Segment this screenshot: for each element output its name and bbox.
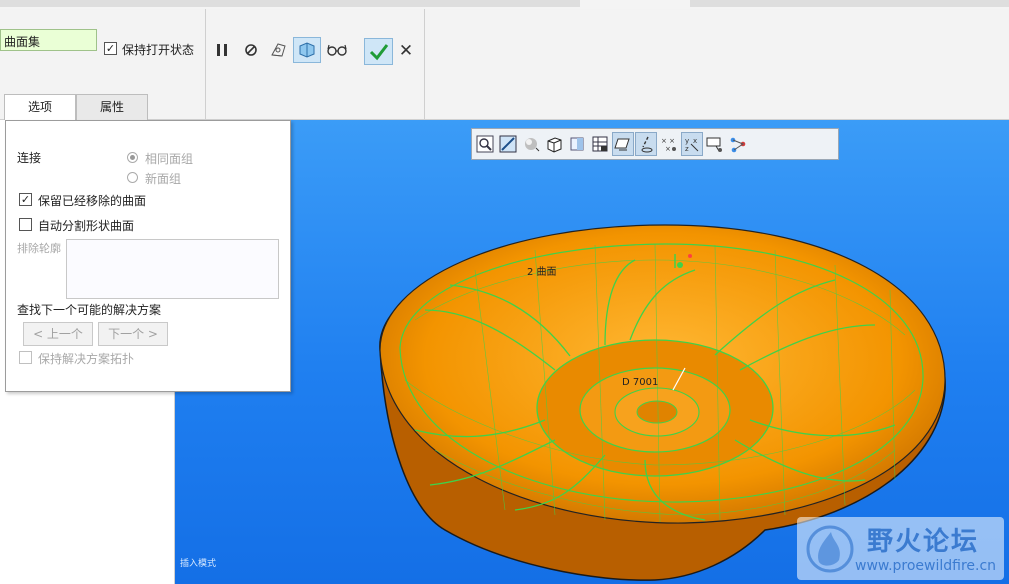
shading-button[interactable] [520, 132, 542, 156]
keep-removed-checkbox[interactable]: ✓ [19, 193, 32, 206]
datum-axis-toggle[interactable] [635, 132, 657, 156]
radio-new-quilt[interactable] [127, 172, 138, 183]
find-solution-label: 查找下一个可能的解决方案 [17, 303, 162, 317]
flame-logo-icon [806, 525, 854, 573]
view-cube-icon [547, 137, 562, 153]
ribbon-tab-strip-right [690, 0, 1009, 7]
exclude-label: 排除轮廓 [17, 242, 61, 255]
keep-open-label: 保持打开状态 [122, 43, 195, 57]
svg-text:y: y [685, 137, 689, 145]
csys-icon: yzx [685, 137, 699, 153]
watermark-url: www.proewildfire.cn [855, 558, 997, 574]
graphics-viewport[interactable]: 2 曲面 D 7001 插入模式 [175, 120, 1009, 584]
csys-toggle[interactable]: yzx [681, 132, 703, 156]
datum-axis-icon [641, 136, 653, 153]
insert-mode-text: 插入模式 [180, 559, 217, 569]
tab-options[interactable]: 选项 [4, 94, 76, 120]
prev-solution-button[interactable]: < 上一个 [23, 322, 93, 346]
dashboard-separator [205, 9, 206, 119]
datum-plane-toggle[interactable] [612, 132, 634, 156]
spin-center-toggle[interactable] [727, 132, 749, 156]
annotation-icon [706, 137, 722, 152]
auto-split-label: 自动分割形状曲面 [38, 219, 135, 233]
saved-views-icon [570, 137, 584, 151]
datum-point-icon: × ×× [661, 137, 676, 153]
fan-model [379, 224, 946, 581]
pause-icon [217, 44, 227, 56]
auto-split-checkbox[interactable] [19, 218, 32, 231]
next-solution-button[interactable]: 下一个 > [98, 322, 168, 346]
annotation-toggle[interactable] [704, 132, 726, 156]
keep-topology-checkbox[interactable] [19, 351, 32, 364]
svg-text:z: z [685, 145, 689, 153]
shading-icon [525, 138, 540, 152]
datum-point-toggle[interactable]: × × × [658, 132, 680, 156]
zoom-button[interactable] [474, 132, 496, 156]
display-style-icon [592, 136, 608, 152]
pause-button[interactable] [208, 37, 236, 63]
tab-properties[interactable]: 属性 [76, 94, 148, 120]
title-strip [0, 0, 1009, 9]
radio-same-quilt[interactable] [127, 152, 138, 163]
radio-same-quilt-label: 相同面组 [145, 152, 194, 166]
verify-icon [299, 42, 315, 58]
preview-icon [271, 43, 286, 57]
verify-button[interactable] [293, 37, 321, 63]
datum-plane-icon [614, 138, 630, 151]
svg-text:×: × [665, 145, 671, 153]
glasses-icon [327, 44, 347, 56]
forum-watermark: 野火论坛 www.proewildfire.cn [797, 517, 1004, 580]
stop-icon [245, 44, 257, 56]
ribbon-tab-strip [0, 0, 580, 7]
feature-dashboard [0, 9, 1009, 120]
view-cube-button[interactable] [543, 132, 565, 156]
keep-topology-label: 保持解决方案拓扑 [38, 352, 135, 366]
zoom-icon [476, 135, 494, 153]
stop-button[interactable] [237, 37, 265, 63]
keep-open-checkbox[interactable]: ✓ [104, 42, 117, 55]
glasses-button[interactable] [323, 37, 351, 63]
dashboard-separator-2 [424, 9, 425, 119]
keep-removed-label: 保留已经移除的曲面 [38, 194, 147, 208]
repaint-icon [499, 135, 517, 153]
spin-center-icon [730, 137, 746, 153]
options-panel: 连接 相同面组 新面组 ✓ 保留已经移除的曲面 自动分割形状曲面 排除轮廓 查找… [5, 120, 291, 392]
center-annotation: D 7001 [622, 377, 659, 388]
surface-collector[interactable]: 曲面集 [0, 29, 97, 51]
cancel-button[interactable]: ✕ [398, 40, 414, 62]
saved-views-button[interactable] [566, 132, 588, 156]
surface-annotation: 2 曲面 [527, 267, 557, 278]
exclude-collector[interactable] [66, 239, 279, 299]
svg-text:× ×: × × [661, 137, 675, 145]
repaint-button[interactable] [497, 132, 519, 156]
view-toolbar: × × × yzx [471, 128, 839, 160]
preview-button[interactable] [265, 37, 293, 63]
checkmark-icon [369, 43, 388, 60]
display-style-button[interactable] [589, 132, 611, 156]
connect-label: 连接 [17, 151, 42, 165]
radio-new-quilt-label: 新面组 [145, 172, 182, 186]
svg-text:x: x [693, 137, 697, 145]
watermark-title: 野火论坛 [867, 527, 980, 557]
ok-button[interactable] [364, 38, 393, 65]
